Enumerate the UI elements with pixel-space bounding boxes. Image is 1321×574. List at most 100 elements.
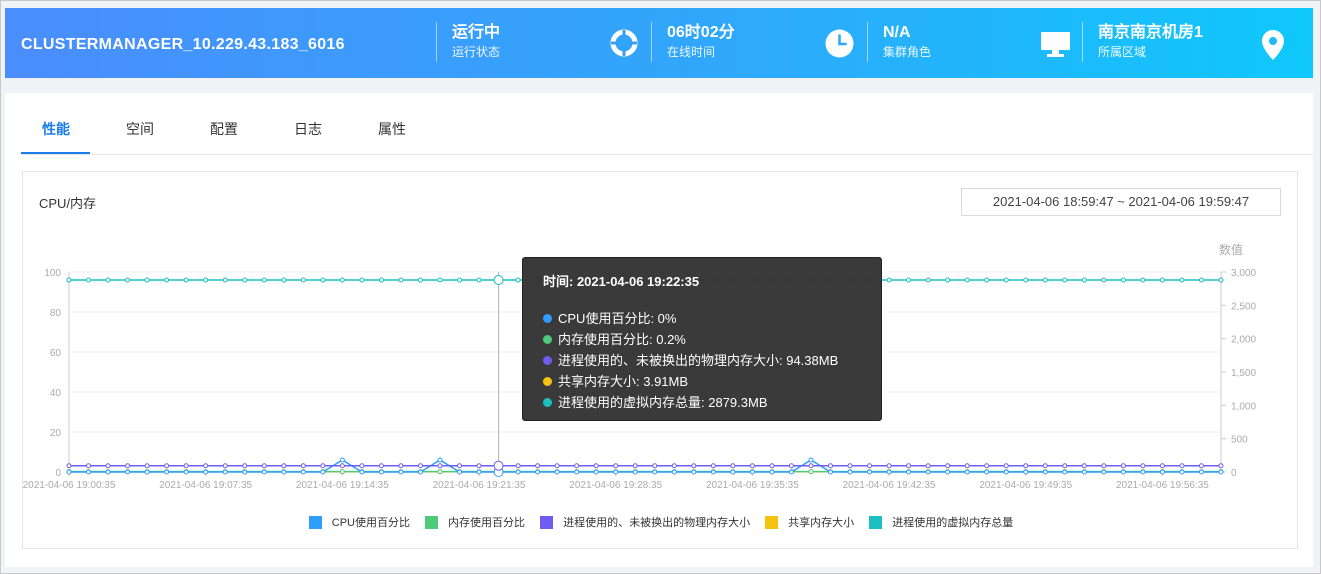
data-point [339, 469, 345, 475]
legend-item-shared[interactable]: 共享内存大小 [765, 514, 854, 530]
data-point [964, 469, 970, 475]
date-range-picker[interactable]: 2021-04-06 18:59:47 ~ 2021-04-06 19:59:4… [961, 188, 1281, 216]
cluster-header: CLUSTERMANAGER_10.229.43.183_6016 运行中 运行… [5, 8, 1313, 78]
data-point [339, 463, 345, 469]
data-point [203, 463, 209, 469]
data-point [125, 277, 131, 283]
y-axis-title-right: 数值 [1219, 242, 1243, 257]
data-point [671, 469, 677, 475]
data-point [1218, 463, 1224, 469]
y-tick-label-right: 3,000 [1231, 268, 1256, 279]
data-point [730, 463, 736, 469]
data-point [749, 463, 755, 469]
tab-performance[interactable]: 性能 [42, 119, 70, 139]
data-point [867, 469, 873, 475]
data-point [984, 463, 990, 469]
x-tick-label: 2021-04-06 19:49:35 [979, 480, 1072, 491]
tab-bar: 性能 空间 配置 日志 属性 [21, 93, 1313, 155]
data-point [183, 463, 189, 469]
y-tick-label-left: 60 [50, 348, 62, 359]
legend-swatch [869, 515, 883, 529]
x-tick-label: 2021-04-06 19:42:35 [843, 480, 936, 491]
hover-point [493, 460, 504, 471]
legend-item-rss[interactable]: 进程使用的、未被换出的物理内存大小 [540, 514, 750, 530]
data-point [242, 463, 248, 469]
tooltip-row-label: 进程使用的虚拟内存总量: 2879.3MB [558, 395, 768, 410]
data-point [710, 463, 716, 469]
legend-swatch [308, 515, 322, 529]
x-tick-label: 2021-04-06 19:14:35 [296, 480, 389, 491]
stat-cluster-role: N/A 集群角色 [883, 23, 931, 60]
data-point [261, 277, 267, 283]
data-point [437, 463, 443, 469]
stat-label: 运行状态 [452, 45, 501, 59]
stat-value: 运行中 [452, 24, 501, 41]
data-point [457, 469, 463, 475]
data-point [1101, 463, 1107, 469]
data-point [378, 469, 384, 475]
data-point [164, 277, 170, 283]
legend-item-cpu[interactable]: CPU使用百分比 [308, 514, 410, 530]
data-point [945, 463, 951, 469]
y-tick-label-left: 20 [50, 428, 62, 439]
data-point [476, 469, 482, 475]
data-point [1042, 277, 1048, 283]
stat-value: 南京南京机房1 [1098, 24, 1203, 41]
data-point [691, 469, 697, 475]
data-point [1101, 469, 1107, 475]
data-point [1120, 277, 1126, 283]
x-tick-label: 2021-04-06 19:28:35 [569, 480, 662, 491]
data-point [144, 277, 150, 283]
data-point [554, 469, 560, 475]
data-point [1023, 469, 1029, 475]
data-point [1023, 277, 1029, 283]
data-point [515, 463, 521, 469]
data-point [847, 463, 853, 469]
series-dot [543, 356, 552, 365]
tab-properties[interactable]: 属性 [378, 119, 406, 139]
data-point [515, 469, 521, 475]
data-point [86, 469, 92, 475]
data-point [320, 469, 326, 475]
data-point [945, 277, 951, 283]
data-point [886, 277, 892, 283]
header-separator [1082, 22, 1083, 62]
data-point [1003, 469, 1009, 475]
data-point [476, 463, 482, 469]
tab-config[interactable]: 配置 [210, 119, 238, 139]
tab-log[interactable]: 日志 [294, 119, 322, 139]
data-point [788, 469, 794, 475]
data-point [339, 277, 345, 283]
series-dot [543, 398, 552, 407]
data-point [300, 277, 306, 283]
data-point [281, 469, 287, 475]
data-point [613, 469, 619, 475]
data-point [1159, 469, 1165, 475]
legend-label: 共享内存大小 [788, 517, 855, 529]
data-point [632, 469, 638, 475]
data-point [1140, 277, 1146, 283]
data-point [906, 463, 912, 469]
data-point [457, 277, 463, 283]
stat-label: 在线时间 [667, 45, 716, 59]
data-point [437, 457, 443, 463]
data-point [1081, 277, 1087, 283]
legend-item-mem[interactable]: 内存使用百分比 [425, 514, 525, 530]
data-point [203, 469, 209, 475]
data-point [769, 469, 775, 475]
tooltip-time: 时间: 2021-04-06 19:22:35 [543, 274, 700, 289]
data-point [808, 457, 814, 463]
data-point [1062, 469, 1068, 475]
data-point [867, 463, 873, 469]
data-point [749, 469, 755, 475]
data-point [925, 463, 931, 469]
tooltip-row-virtual: 进程使用的虚拟内存总量: 2879.3MB [543, 392, 861, 413]
data-point [164, 469, 170, 475]
data-point [1218, 277, 1224, 283]
stat-label: 集群角色 [883, 45, 932, 59]
tab-space[interactable]: 空间 [126, 119, 154, 139]
cluster-name: CLUSTERMANAGER_10.229.43.183_6016 [21, 36, 345, 53]
legend-item-virtual[interactable]: 进程使用的虚拟内存总量 [869, 514, 1013, 530]
data-point [144, 463, 150, 469]
data-point [86, 277, 92, 283]
